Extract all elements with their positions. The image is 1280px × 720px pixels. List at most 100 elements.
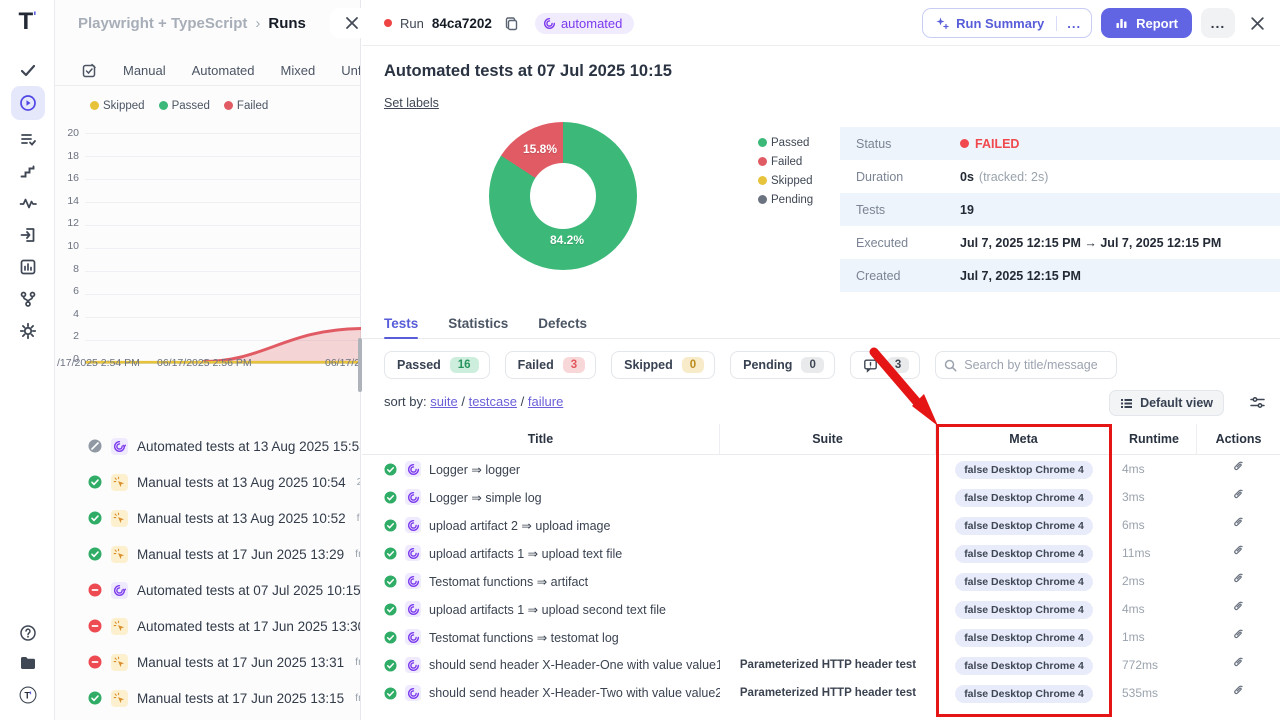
table-settings-icon[interactable] — [1249, 394, 1266, 416]
attachment-link-icon[interactable] — [1232, 460, 1245, 473]
col-meta[interactable]: Meta — [936, 424, 1112, 454]
meta-badge: false Desktop Chrome 4 — [955, 461, 1093, 479]
run-summary-more-button[interactable]: ... — [1056, 16, 1091, 31]
legend-pending: Pending — [758, 190, 813, 209]
automated-badge[interactable]: automated — [535, 13, 634, 34]
run-suffix: from — [355, 656, 360, 668]
filter-failed-chip[interactable]: Failed3 — [505, 351, 597, 379]
sort-by-row: sort by: suite / testcase / failure — [384, 394, 563, 409]
test-row[interactable]: should send header X-Header-Two with val… — [362, 679, 1280, 707]
run-summary-button[interactable]: Run Summary ... — [922, 8, 1092, 38]
test-row[interactable]: Testomat functions ⇒ testomat log false … — [362, 623, 1280, 651]
meta-badge: false Desktop Chrome 4 — [955, 657, 1093, 675]
close-detail-icon[interactable] — [1244, 10, 1270, 36]
help-icon[interactable] — [11, 618, 45, 648]
tab-statistics[interactable]: Statistics — [448, 308, 508, 338]
col-runtime[interactable]: Runtime — [1112, 424, 1197, 454]
report-button[interactable]: Report — [1101, 8, 1192, 38]
filter-passed-chip[interactable]: Passed16 — [384, 351, 490, 379]
col-actions[interactable]: Actions — [1197, 424, 1280, 454]
app-logo[interactable]: T' — [0, 8, 55, 36]
analytics-nav-icon[interactable] — [11, 252, 45, 282]
tab-tests[interactable]: Tests — [384, 308, 418, 338]
tab-unfinished[interactable]: Unfini — [341, 63, 360, 78]
attachment-link-icon[interactable] — [1232, 600, 1245, 613]
set-labels-link[interactable]: Set labels — [384, 96, 439, 110]
run-list-item[interactable]: Automated tests at 17 Jun 2025 13:30 — [55, 608, 360, 644]
run-list-item[interactable]: Manual tests at 13 Aug 2025 10:52 fro — [55, 500, 360, 536]
run-list-item[interactable]: Automated tests at 13 Aug 2025 15:53 — [55, 428, 360, 464]
manual-run-icon — [111, 546, 128, 563]
tab-automated[interactable]: Automated — [192, 63, 255, 78]
test-row[interactable]: upload artifact 2 ⇒ upload image false D… — [362, 511, 1280, 539]
attachment-link-icon[interactable] — [1232, 628, 1245, 641]
col-suite[interactable]: Suite — [720, 424, 936, 454]
test-row[interactable]: upload artifacts 1 ⇒ upload text file fa… — [362, 539, 1280, 567]
user-avatar[interactable]: T — [11, 680, 45, 710]
test-row[interactable]: Logger ⇒ logger false Desktop Chrome 4 4… — [362, 455, 1280, 483]
import-nav-icon[interactable] — [11, 220, 45, 250]
summary-row-duration: Duration 0s (tracked: 2s) — [840, 160, 1280, 193]
summary-row-tests: Tests 19 — [840, 193, 1280, 226]
run-list-item[interactable]: Manual tests at 17 Jun 2025 13:29 fron — [55, 536, 360, 572]
test-suite: Parameterized HTTP header test — [720, 687, 936, 699]
attachment-link-icon[interactable] — [1232, 488, 1245, 501]
steps-nav-icon[interactable] — [11, 156, 45, 186]
automated-test-icon — [405, 601, 421, 617]
filter-skipped-chip[interactable]: Skipped0 — [611, 351, 715, 379]
run-status-passed-icon — [88, 475, 102, 489]
runs-nav-icon[interactable] — [11, 86, 45, 120]
search-input[interactable] — [964, 358, 1108, 372]
tests-table: Title Suite Meta Runtime Actions Logger … — [362, 424, 1280, 707]
testcases-nav-icon[interactable] — [11, 124, 45, 154]
default-view-button[interactable]: Default view — [1109, 390, 1224, 416]
tab-manual[interactable]: Manual — [123, 63, 166, 78]
manual-run-icon — [111, 690, 128, 707]
branches-nav-icon[interactable] — [11, 284, 45, 314]
copy-run-id-icon[interactable] — [504, 16, 519, 31]
app-sidebar: T' T — [0, 0, 55, 720]
tab-mixed[interactable]: Mixed — [281, 63, 316, 78]
comments-filter-chip[interactable]: 3 — [850, 351, 920, 379]
sort-by-suite-link[interactable]: suite — [430, 394, 457, 409]
breadcrumb-project[interactable]: Playwright + TypeScript — [78, 15, 247, 32]
run-list-item[interactable]: Manual tests at 17 Jun 2025 13:31 from — [55, 644, 360, 680]
attachment-link-icon[interactable] — [1232, 572, 1245, 585]
sort-by-failure-link[interactable]: failure — [528, 394, 563, 409]
test-row[interactable]: Testomat functions ⇒ artifact false Desk… — [362, 567, 1280, 595]
run-suffix: from — [355, 692, 360, 704]
scrollbar-thumb[interactable] — [358, 338, 362, 392]
run-list-item[interactable]: Manual tests at 17 Jun 2025 13:15 from — [55, 680, 360, 716]
test-row[interactable]: upload artifacts 1 ⇒ upload second text … — [362, 595, 1280, 623]
attachment-link-icon[interactable] — [1232, 516, 1245, 529]
run-list-item[interactable]: Manual tests at 13 Aug 2025 10:54 2 — [55, 464, 360, 500]
activity-nav-icon[interactable] — [11, 188, 45, 218]
breadcrumb-current: Runs — [268, 15, 306, 32]
test-row[interactable]: should send header X-Header-One with val… — [362, 651, 1280, 679]
donut-hole — [530, 163, 596, 229]
checks-nav-icon[interactable] — [11, 55, 45, 85]
failed-status-dot — [960, 139, 969, 148]
close-panel-icon[interactable] — [330, 8, 374, 38]
run-list-item-selected[interactable]: Automated tests at 07 Jul 2025 10:15 — [55, 572, 360, 608]
sort-by-testcase-link[interactable]: testcase — [469, 394, 517, 409]
tab-defects[interactable]: Defects — [538, 308, 587, 338]
test-row[interactable]: Logger ⇒ simple log false Desktop Chrome… — [362, 483, 1280, 511]
meta-badge: false Desktop Chrome 4 — [955, 601, 1093, 619]
chart-y-axis: 20181614121086420 — [57, 127, 79, 365]
col-title[interactable]: Title — [362, 424, 720, 454]
test-title: upload artifact 2 ⇒ upload image — [429, 518, 610, 533]
attachment-link-icon[interactable] — [1232, 656, 1245, 669]
more-actions-button[interactable]: ... — [1201, 8, 1235, 38]
attachment-link-icon[interactable] — [1232, 544, 1245, 557]
test-runtime: 2ms — [1112, 574, 1197, 588]
attachment-link-icon[interactable] — [1232, 684, 1245, 697]
settings-gear-icon[interactable] — [11, 316, 45, 346]
passed-check-icon — [384, 519, 397, 532]
filter-pending-chip[interactable]: Pending0 — [730, 351, 835, 379]
select-runs-icon[interactable] — [82, 63, 97, 78]
run-label: Run — [400, 16, 424, 31]
svg-text:T: T — [25, 690, 31, 700]
projects-folder-icon[interactable] — [11, 648, 45, 678]
test-suite: Parameterized HTTP header test — [720, 659, 936, 671]
